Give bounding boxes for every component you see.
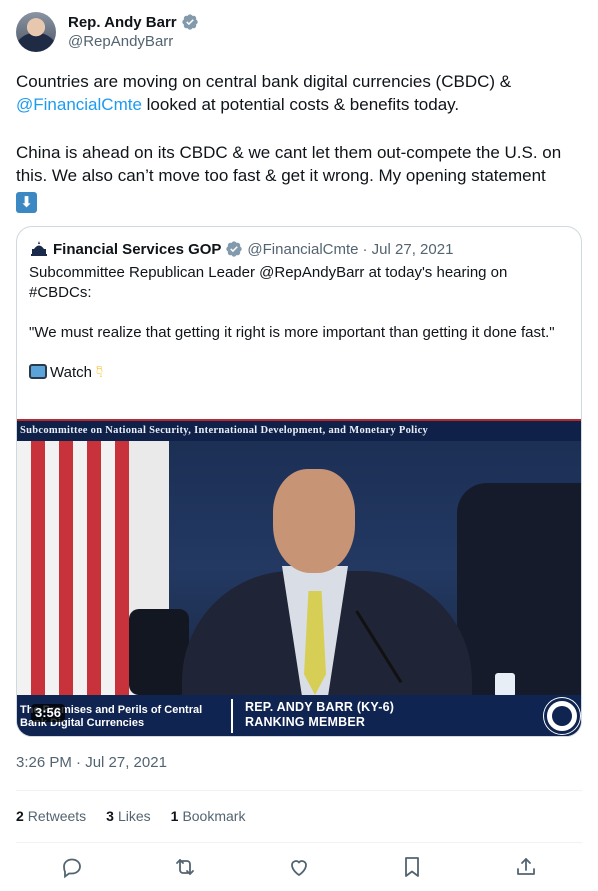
author-name-row: Rep. Andy Barr [68,13,199,31]
quoted-tweet-text: Subcommittee Republican Leader @RepAndyB… [29,263,569,383]
share-icon[interactable] [514,855,538,879]
video-frame [17,441,581,697]
mention-link[interactable]: @FinancialCmte [16,95,142,114]
quoted-line-3: Watch 👇︎ [29,363,569,383]
quoted-author-handle[interactable]: @FinancialCmte [247,241,358,258]
retweet-icon[interactable] [173,855,197,879]
verified-badge-icon [181,14,198,30]
verified-badge-icon [226,241,243,257]
quoted-line-2: "We must realize that getting it right i… [29,324,555,341]
tweet-text: Countries are moving on central bank dig… [16,70,582,213]
author-handle[interactable]: @RepAndyBarr [68,33,173,50]
tweet-stats: 2 Retweets 3 Likes 1 Bookmark [16,808,245,824]
tweet-paragraph-1: Countries are moving on central bank dig… [16,72,512,114]
bookmark-icon[interactable] [400,855,424,879]
avatar[interactable] [16,12,56,52]
tweet-header: Rep. Andy Barr @RepAndyBarr [16,12,582,56]
video-banner: Subcommittee on National Security, Inter… [17,419,581,441]
quoted-tweet-date[interactable]: · Jul 27, 2021 [363,241,454,258]
down-arrow-icon: ⬇ [16,192,37,213]
tweet-paragraph-2: China is ahead on its CBDC & we cant let… [16,143,562,213]
tweet-actions [16,855,582,879]
like-icon[interactable] [287,855,311,879]
retweets-stat[interactable]: 2 Retweets [16,808,86,824]
author-name[interactable]: Rep. Andy Barr [68,14,177,31]
bookmarks-stat[interactable]: 1 Bookmark [171,808,246,824]
committee-seal-icon [544,698,580,734]
pointing-down-icon: 👇︎ [96,364,104,381]
capitol-logo-icon [29,239,49,259]
speaker-caption: REP. ANDY BARR (KY-6) RANKING MEMBER [245,700,395,729]
video-lower-third: The Promises and Perils of Central Bank … [17,695,581,736]
video-duration: 3:56 [31,704,66,722]
quoted-tweet[interactable]: Financial Services GOP @FinancialCmte · … [16,226,582,737]
likes-stat[interactable]: 3 Likes [106,808,150,824]
quoted-author-name[interactable]: Financial Services GOP [53,241,221,258]
television-icon [29,364,47,379]
quoted-line-1: Subcommittee Republican Leader @RepAndyB… [29,264,508,301]
reply-icon[interactable] [60,855,84,879]
tweet-timestamp[interactable]: 3:26 PM · Jul 27, 2021 [16,754,167,771]
video-player[interactable]: Subcommittee on National Security, Inter… [17,419,581,736]
quoted-tweet-header: Financial Services GOP @FinancialCmte · … [29,239,453,259]
